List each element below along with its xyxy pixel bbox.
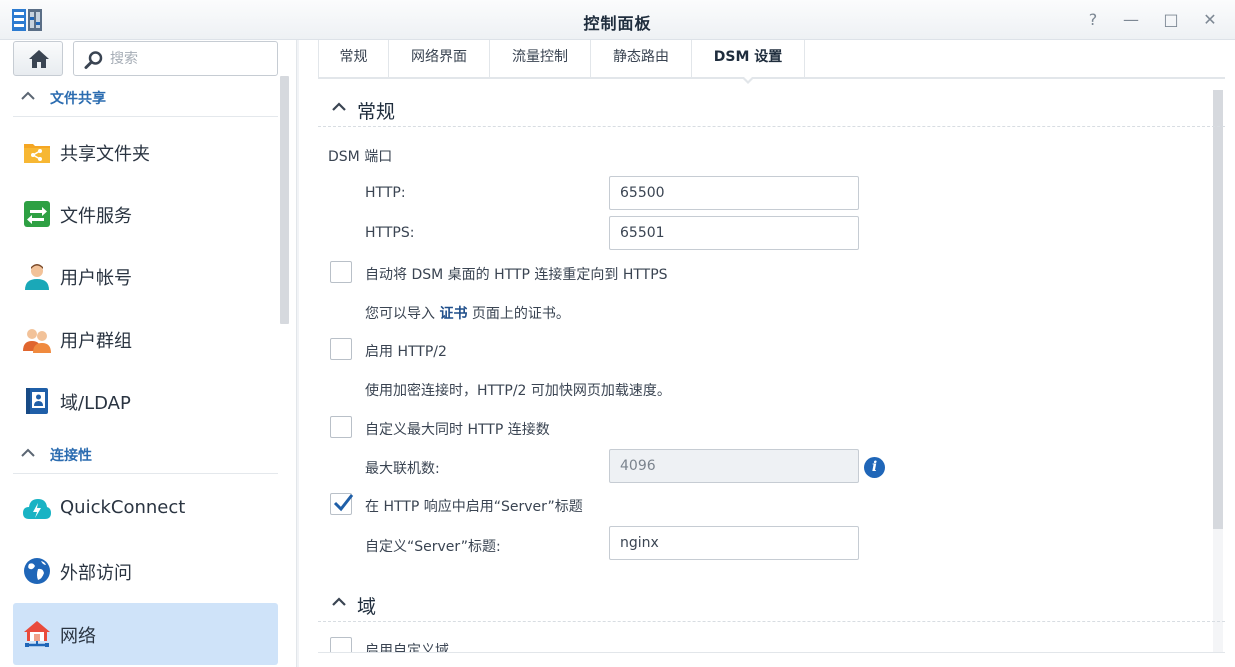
sidebar-scrollbar[interactable]: [280, 76, 289, 324]
section-label: 文件共享: [50, 91, 106, 107]
domain-ldap-icon: [26, 388, 48, 414]
http2-label: 启用 HTTP/2: [365, 344, 447, 360]
sidebar-item-external-access[interactable]: 外部访问: [13, 540, 278, 602]
sidebar-item-label: 域/LDAP: [60, 393, 131, 414]
certificate-note-suffix: 页面上的证书。: [467, 306, 570, 322]
help-button[interactable]: ?: [1082, 9, 1104, 31]
quickconnect-icon: [23, 499, 51, 519]
sidebar: 文件共享 共享文件夹 文件服务 用户帐号: [0, 40, 296, 667]
tab-traffic-control[interactable]: 流量控制: [490, 40, 591, 77]
sidebar-item-domain-ldap[interactable]: 域/LDAP: [13, 370, 278, 432]
chevron-up-icon: [332, 597, 346, 606]
section-file-sharing[interactable]: 文件共享: [13, 79, 278, 117]
certificate-note: 您可以导入 证书 页面上的证书。: [365, 303, 570, 323]
redirect-https-checkbox[interactable]: [330, 261, 352, 283]
sidebar-item-label: 文件服务: [60, 206, 132, 227]
file-services-icon: [24, 201, 50, 227]
sidebar-item-label: 用户群组: [60, 331, 132, 352]
sidebar-item-user-groups[interactable]: 用户群组: [13, 308, 278, 370]
tab-bar: 常规 网络界面 流量控制 静态路由 DSM 设置: [318, 40, 1225, 84]
close-button[interactable]: ✕: [1199, 9, 1221, 31]
search-box[interactable]: [73, 41, 278, 76]
tab-dsm-settings[interactable]: DSM 设置: [692, 40, 805, 84]
sidebar-item-network[interactable]: 网络: [13, 603, 278, 665]
certificate-link[interactable]: 证书: [439, 306, 467, 322]
redirect-https-label: 自动将 DSM 桌面的 HTTP 连接重定向到 HTTPS: [365, 267, 668, 283]
server-header-label: 在 HTTP 响应中启用“Server”标题: [365, 499, 583, 515]
sidebar-item-file-services[interactable]: 文件服务: [13, 183, 278, 245]
chevron-up-icon: [332, 102, 346, 111]
sidebar-item-label: 用户帐号: [60, 268, 132, 289]
sidebar-item-label: 网络: [60, 626, 96, 647]
http2-checkbox[interactable]: [330, 338, 352, 360]
title-bar: 控制面板 ? — □ ✕: [0, 0, 1235, 40]
content-scrollbar[interactable]: [1213, 90, 1223, 529]
custom-server-label: 自定义“Server”标题:: [365, 539, 501, 555]
network-house-icon: [24, 621, 50, 647]
certificate-note-prefix: 您可以导入: [365, 306, 440, 322]
tab-general[interactable]: 常规: [318, 40, 389, 77]
max-connections-field-label: 最大联机数:: [365, 461, 440, 477]
http-port-input[interactable]: [609, 176, 859, 210]
max-connections-input[interactable]: [609, 449, 859, 483]
user-icon: [25, 264, 49, 290]
http2-note: 使用加密连接时，HTTP/2 可加快网页加载速度。: [365, 383, 671, 399]
server-header-checkbox[interactable]: [330, 493, 354, 515]
home-button[interactable]: [13, 41, 63, 76]
sidebar-item-user-accounts[interactable]: 用户帐号: [13, 245, 278, 307]
search-icon: [84, 51, 103, 69]
checkmark-icon: [333, 494, 354, 512]
chevron-up-icon: [21, 448, 35, 457]
tab-static-route[interactable]: 静态路由: [591, 40, 692, 77]
chevron-up-icon: [21, 91, 35, 100]
minimize-button[interactable]: —: [1120, 9, 1142, 31]
shared-folder-icon: [24, 144, 50, 163]
http-port-label: HTTP:: [365, 185, 406, 201]
group-domain-header[interactable]: 域: [318, 584, 1225, 622]
info-icon[interactable]: i: [864, 457, 885, 478]
group-icon: [23, 329, 51, 353]
section-connectivity[interactable]: 连接性: [13, 436, 278, 474]
group-title: 域: [357, 596, 377, 618]
sidebar-item-label: QuickConnect: [60, 497, 186, 518]
dsm-port-label: DSM 端口: [328, 149, 393, 165]
sidebar-item-label: 外部访问: [60, 563, 132, 584]
max-connections-label: 自定义最大同时 HTTP 连接数: [365, 422, 550, 438]
group-title: 常规: [357, 101, 396, 123]
window-title: 控制面板: [583, 14, 652, 33]
globe-icon: [24, 558, 50, 584]
max-connections-checkbox[interactable]: [330, 416, 352, 438]
https-port-input[interactable]: [609, 216, 859, 250]
content-bottom-edge: [318, 652, 1225, 667]
search-input[interactable]: [110, 49, 270, 69]
tab-network-interface[interactable]: 网络界面: [389, 40, 490, 77]
sidebar-item-shared-folder[interactable]: 共享文件夹: [13, 121, 278, 183]
main-panel: 常规 网络界面 流量控制 静态路由 DSM 设置 常规 DSM 端口 HTTP:…: [299, 40, 1235, 667]
sidebar-item-label: 共享文件夹: [60, 144, 150, 165]
group-general-header[interactable]: 常规: [318, 89, 1225, 127]
section-label: 连接性: [50, 448, 92, 464]
https-port-label: HTTPS:: [365, 225, 415, 241]
home-icon: [29, 50, 49, 68]
custom-server-input[interactable]: [609, 526, 859, 560]
maximize-button[interactable]: □: [1160, 9, 1182, 31]
sidebar-item-quickconnect[interactable]: QuickConnect: [13, 478, 278, 540]
